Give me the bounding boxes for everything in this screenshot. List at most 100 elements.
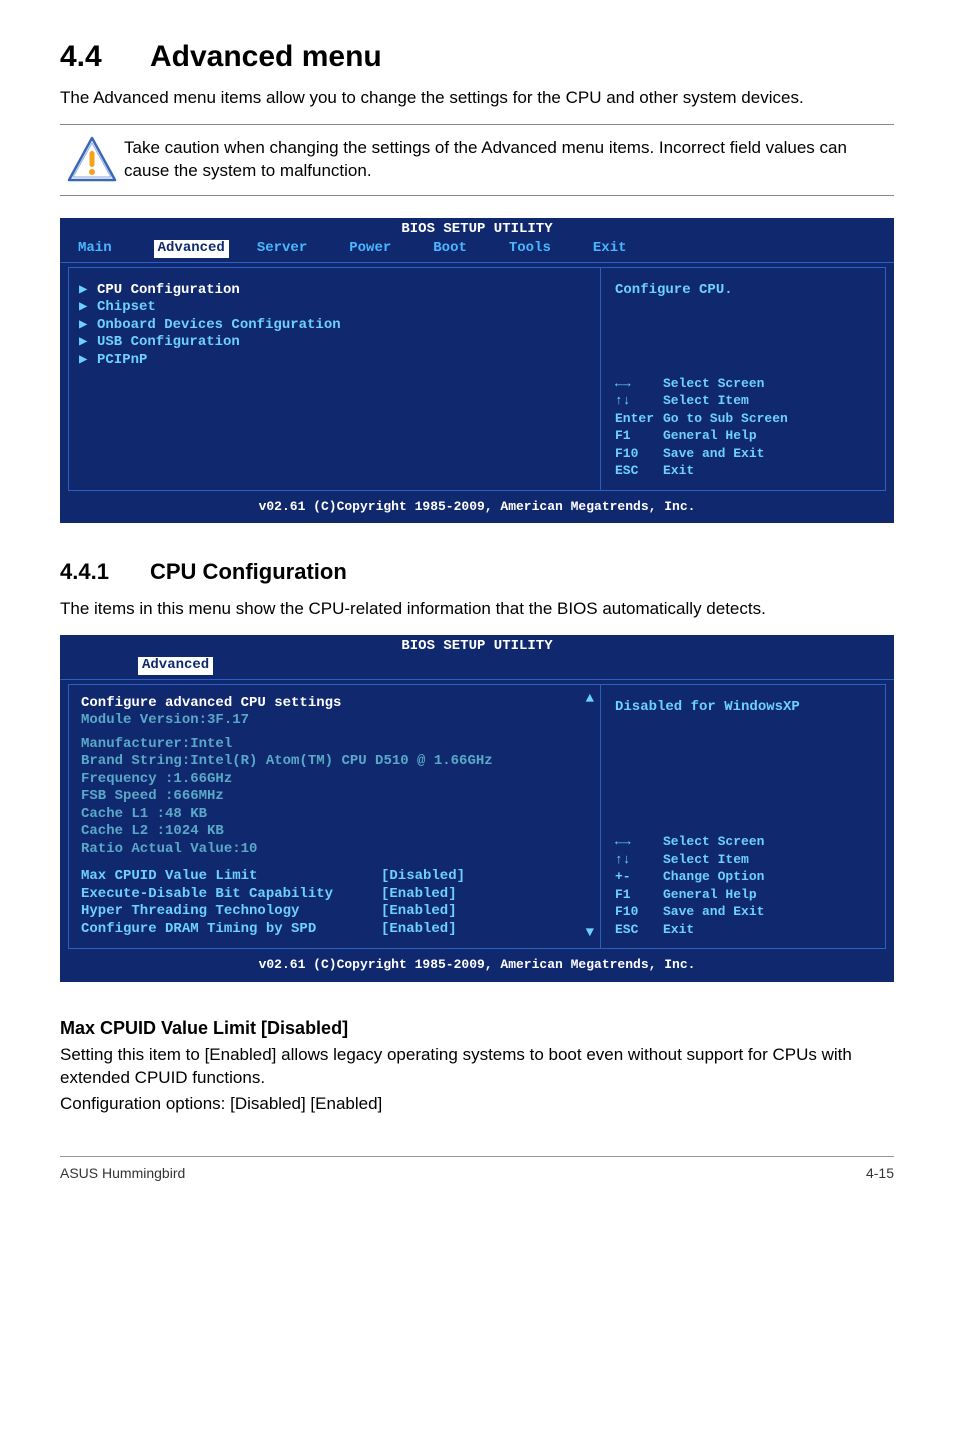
submenu-arrow-icon: ▶: [79, 317, 97, 335]
key-action: Save and Exit: [663, 446, 764, 461]
bios-left-pane: ▲ ▼ Configure advanced CPU settings Modu…: [68, 684, 601, 950]
tab-tools[interactable]: Tools: [509, 240, 565, 258]
key-name: F1: [615, 427, 663, 445]
tab-exit[interactable]: Exit: [593, 240, 641, 258]
option-label: Hyper Threading Technology: [81, 903, 381, 921]
scroll-up-icon[interactable]: ▲: [586, 691, 594, 709]
section-heading: 4.4Advanced menu: [60, 40, 894, 74]
bios-left-pane: ▶CPU Configuration ▶Chipset ▶Onboard Dev…: [68, 267, 601, 491]
key-name: ↑↓: [615, 851, 663, 869]
bios-tab-bar: Main Advanced Server Power Boot Tools Ex…: [60, 240, 894, 262]
section-intro: The Advanced menu items allow you to cha…: [60, 86, 894, 110]
submenu-arrow-icon: ▶: [79, 282, 97, 300]
option-hyper-threading[interactable]: Hyper Threading Technology[Enabled]: [81, 903, 588, 921]
key-action: Select Screen: [663, 834, 764, 849]
menu-onboard-devices[interactable]: ▶Onboard Devices Configuration: [79, 317, 590, 335]
key-name: ESC: [615, 462, 663, 480]
help-description: Disabled for WindowsXP: [615, 699, 875, 717]
bios-help-pane: Configure CPU. ←→Select Screen ↑↓Select …: [601, 267, 886, 491]
option-label: Max CPUID Value Limit: [81, 868, 381, 886]
key-action: Select Item: [663, 852, 749, 867]
key-legend: ←→Select Screen ↑↓Select Item +-Change O…: [615, 833, 875, 938]
bios-screenshot-cpu-config: BIOS SETUP UTILITY Advanced ▲ ▼ Configur…: [60, 635, 894, 982]
tab-advanced[interactable]: Advanced: [154, 240, 229, 258]
key-action: Exit: [663, 922, 694, 937]
option-value: [Enabled]: [381, 886, 457, 904]
key-legend: ←→Select Screen ↑↓Select Item EnterGo to…: [615, 375, 875, 480]
subsection-heading: 4.4.1CPU Configuration: [60, 559, 894, 585]
section-title-text: Advanced menu: [150, 40, 382, 73]
key-action: Change Option: [663, 869, 764, 884]
bios-help-pane: Disabled for WindowsXP ←→Select Screen ↑…: [601, 684, 886, 950]
key-action: Exit: [663, 463, 694, 478]
key-action: General Help: [663, 887, 757, 902]
option-max-cpuid[interactable]: Max CPUID Value Limit[Disabled]: [81, 868, 588, 886]
page-footer: ASUS Hummingbird 4-15: [60, 1156, 894, 1181]
module-version: Module Version:3F.17: [81, 712, 588, 730]
menu-pcipnp[interactable]: ▶PCIPnP: [79, 352, 590, 370]
bios-tab-bar: Advanced: [60, 657, 894, 679]
tab-advanced[interactable]: Advanced: [138, 657, 213, 675]
cpu-info-line: Frequency :1.66GHz: [81, 771, 588, 789]
caution-icon: [60, 135, 124, 185]
help-description: Configure CPU.: [615, 282, 875, 300]
caution-note: Take caution when changing the settings …: [60, 124, 894, 196]
tab-server[interactable]: Server: [257, 240, 321, 258]
item-config-options: Configuration options: [Disabled] [Enabl…: [60, 1092, 894, 1116]
key-name: F10: [615, 903, 663, 921]
key-name: F1: [615, 886, 663, 904]
submenu-arrow-icon: ▶: [79, 334, 97, 352]
caution-text: Take caution when changing the settings …: [124, 135, 894, 183]
scroll-down-icon[interactable]: ▼: [586, 925, 594, 943]
menu-item-label: Chipset: [97, 299, 156, 315]
tab-power[interactable]: Power: [349, 240, 405, 258]
option-value: [Enabled]: [381, 903, 457, 921]
submenu-arrow-icon: ▶: [79, 299, 97, 317]
footer-product: ASUS Hummingbird: [60, 1165, 185, 1181]
cpu-info-line: Cache L1 :48 KB: [81, 806, 588, 824]
option-value: [Enabled]: [381, 921, 457, 939]
menu-cpu-configuration[interactable]: ▶CPU Configuration: [79, 282, 590, 300]
key-name: ←→: [615, 375, 663, 393]
bios-footer: v02.61 (C)Copyright 1985-2009, American …: [60, 953, 894, 975]
key-name: ↑↓: [615, 392, 663, 410]
key-action: General Help: [663, 428, 757, 443]
cpu-info-line: Cache L2 :1024 KB: [81, 823, 588, 841]
key-name: Enter: [615, 410, 663, 428]
key-action: Go to Sub Screen: [663, 411, 788, 426]
menu-item-label: CPU Configuration: [97, 282, 240, 298]
menu-chipset[interactable]: ▶Chipset: [79, 299, 590, 317]
menu-item-label: USB Configuration: [97, 334, 240, 350]
tab-main[interactable]: Main: [78, 240, 126, 258]
footer-page-number: 4-15: [866, 1165, 894, 1181]
option-value: [Disabled]: [381, 868, 465, 886]
item-heading-max-cpuid: Max CPUID Value Limit [Disabled]: [60, 1018, 894, 1039]
menu-item-label: PCIPnP: [97, 352, 147, 368]
key-name: ESC: [615, 921, 663, 939]
bios-header: BIOS SETUP UTILITY: [60, 218, 894, 241]
cpu-info-line: Ratio Actual Value:10: [81, 841, 588, 859]
menu-usb-configuration[interactable]: ▶USB Configuration: [79, 334, 590, 352]
bios-footer: v02.61 (C)Copyright 1985-2009, American …: [60, 495, 894, 517]
bios-header: BIOS SETUP UTILITY: [60, 635, 894, 658]
section-number: 4.4: [60, 40, 150, 74]
tab-boot[interactable]: Boot: [433, 240, 481, 258]
key-action: Select Screen: [663, 376, 764, 391]
item-description: Setting this item to [Enabled] allows le…: [60, 1043, 894, 1091]
cpu-info-line: FSB Speed :666MHz: [81, 788, 588, 806]
key-action: Select Item: [663, 393, 749, 408]
bios-screenshot-advanced: BIOS SETUP UTILITY Main Advanced Server …: [60, 218, 894, 523]
option-execute-disable[interactable]: Execute-Disable Bit Capability[Enabled]: [81, 886, 588, 904]
subsection-intro: The items in this menu show the CPU-rela…: [60, 597, 894, 621]
cpu-info-line: Brand String:Intel(R) Atom(TM) CPU D510 …: [81, 753, 588, 771]
menu-item-label: Onboard Devices Configuration: [97, 317, 341, 333]
key-name: +-: [615, 868, 663, 886]
key-action: Save and Exit: [663, 904, 764, 919]
option-dram-timing[interactable]: Configure DRAM Timing by SPD[Enabled]: [81, 921, 588, 939]
key-name: ←→: [615, 833, 663, 851]
subsection-title-text: CPU Configuration: [150, 559, 347, 584]
subsection-number: 4.4.1: [60, 559, 150, 585]
key-name: F10: [615, 445, 663, 463]
option-label: Configure DRAM Timing by SPD: [81, 921, 381, 939]
option-label: Execute-Disable Bit Capability: [81, 886, 381, 904]
